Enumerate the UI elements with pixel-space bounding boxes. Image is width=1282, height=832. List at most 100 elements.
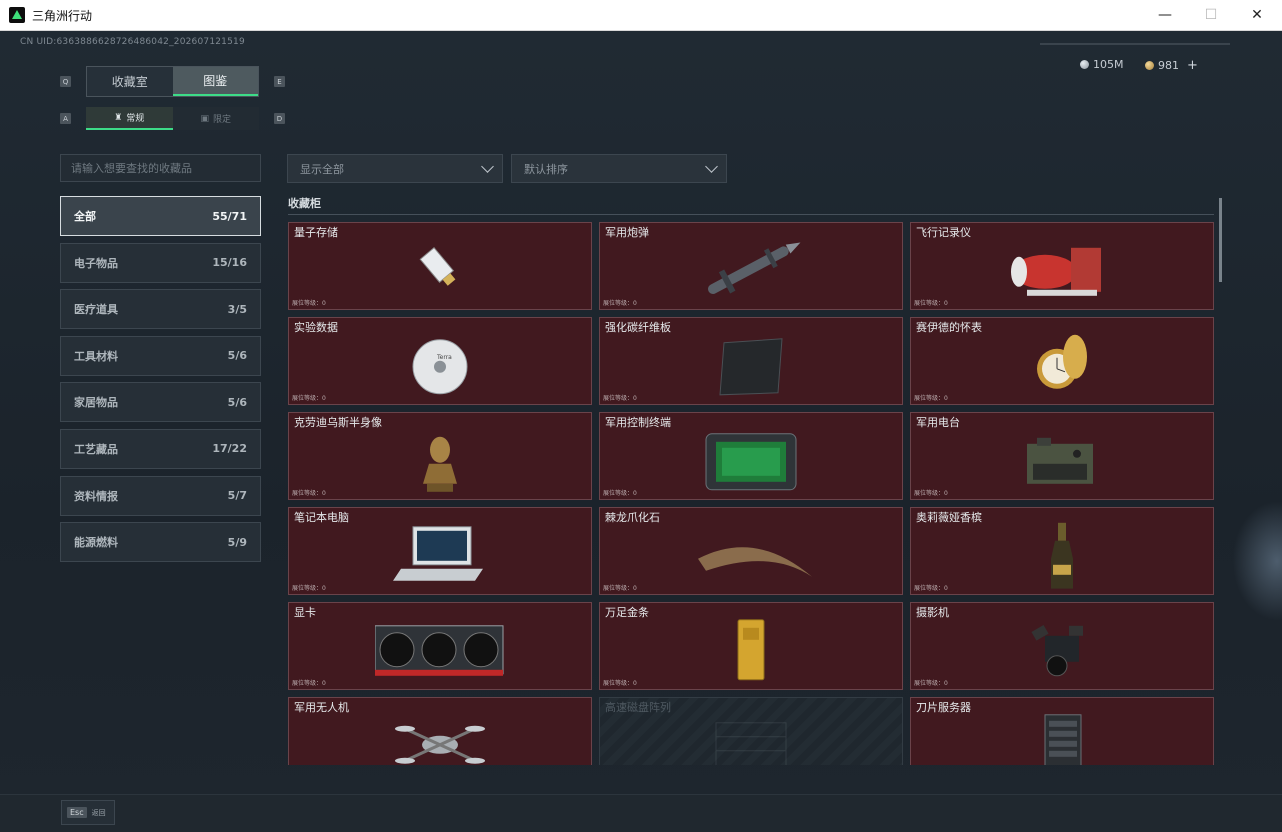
category-count: 15/16: [212, 256, 247, 270]
collection-item-card[interactable]: 军用炮弹展位等级：0: [599, 222, 903, 310]
category-tools[interactable]: 工具材料 5/6: [60, 335, 261, 376]
collection-item-card[interactable]: 万足金条 展位等级：0: [599, 602, 903, 690]
close-button[interactable]: ✕: [1234, 0, 1280, 30]
category-count: 55/71: [212, 209, 247, 223]
collection-item-card[interactable]: 棘龙爪化石 展位等级：0: [599, 507, 903, 595]
main-tabs: 收藏室 图鉴: [86, 66, 259, 97]
gpu-icon: [375, 625, 504, 676]
category-crafts[interactable]: 工艺藏品 17/22: [60, 428, 261, 469]
frame-icon: ▣: [200, 113, 209, 124]
item-name: 赛伊德的怀表: [916, 321, 982, 334]
category-label: 工具材料: [74, 349, 118, 363]
champagne-icon: [1051, 522, 1073, 589]
key-hint-q: Q: [60, 76, 71, 87]
collection-item-card[interactable]: 高速磁盘阵列: [599, 697, 903, 765]
key-hint-d: D: [274, 113, 285, 124]
gold-currency: 981 +: [1145, 58, 1198, 73]
collection-item-card[interactable]: 显卡展位等级：0: [288, 602, 592, 690]
item-level: 展位等级：0: [914, 395, 948, 402]
background-lightning-glow: [1232, 501, 1282, 621]
category-intel[interactable]: 资料情报 5/7: [60, 475, 261, 516]
subtab-limited[interactable]: ▣ 限定: [172, 107, 259, 130]
tab-catalog[interactable]: 图鉴: [172, 67, 258, 96]
item-name: 摄影机: [916, 606, 949, 619]
category-all[interactable]: 全部 55/71: [60, 196, 261, 236]
item-name: 笔记本电脑: [294, 511, 349, 524]
usb-drive-icon: [419, 246, 456, 286]
category-label: 医疗道具: [74, 303, 118, 317]
collection-item-card[interactable]: 克劳迪乌斯半身像展位等级：0: [288, 412, 592, 500]
collection-item-card[interactable]: 军用无人机展位等级：0: [288, 697, 592, 765]
item-level: 展位等级：0: [292, 490, 326, 497]
add-currency-button[interactable]: +: [1187, 58, 1198, 73]
item-level: 展位等级：0: [292, 680, 326, 687]
item-name: 军用炮弹: [605, 226, 649, 239]
minimize-button[interactable]: —: [1142, 0, 1188, 30]
pocket-watch-icon: [1037, 334, 1087, 389]
collection-grid: 量子存储 展位等级：0 军用炮弹 展位等级：0 飞行记录仪 展位等级：0 实验数据 Terra…: [288, 222, 1214, 765]
category-label: 资料情报: [74, 489, 118, 503]
search-input[interactable]: 请输入想要查找的收藏品: [60, 154, 261, 182]
collection-item-card[interactable]: 摄影机展位等级：0: [910, 602, 1214, 690]
category-count: 17/22: [212, 442, 247, 456]
category-count: 5/9: [227, 535, 247, 549]
collection-item-card[interactable]: 强化碳纤维板 展位等级：0: [599, 317, 903, 405]
collection-item-card[interactable]: 奥莉薇娅香槟 展位等级：0: [910, 507, 1214, 595]
disk-array-icon: [715, 722, 787, 765]
maximize-button[interactable]: ☐: [1188, 0, 1234, 30]
item-name: 克劳迪乌斯半身像: [294, 416, 382, 429]
item-name: 奥莉薇娅香槟: [916, 511, 982, 524]
gold-amount: 981: [1158, 59, 1179, 72]
item-name: 军用无人机: [294, 701, 349, 714]
sort-dropdown[interactable]: 默认排序: [511, 154, 727, 183]
gold-bar-icon: [737, 619, 765, 681]
category-energy[interactable]: 能源燃料 5/9: [60, 522, 261, 563]
tab-collection-room[interactable]: 收藏室: [87, 67, 173, 96]
collection-item-card[interactable]: 飞行记录仪 展位等级：0: [910, 222, 1214, 310]
item-level: 展位等级：0: [292, 585, 326, 592]
carbon-plate-icon: [719, 338, 783, 396]
back-button[interactable]: Esc 返回: [61, 800, 115, 825]
collection-item-card[interactable]: 赛伊德的怀表展位等级：0: [910, 317, 1214, 405]
radio-icon: [1027, 437, 1093, 484]
filter-dropdown[interactable]: 显示全部: [287, 154, 503, 183]
item-name: 显卡: [294, 606, 316, 619]
header-divider: [1040, 43, 1230, 45]
collection-item-card[interactable]: 军用电台展位等级：0: [910, 412, 1214, 500]
collection-item-card[interactable]: 军用控制终端 展位等级：0: [599, 412, 903, 500]
chevron-down-icon: [705, 160, 718, 173]
svg-text:Terra: Terra: [436, 354, 452, 361]
subtab-regular-label: 常规: [126, 114, 145, 124]
chevron-down-icon: [481, 160, 494, 173]
category-electronics[interactable]: 电子物品 15/16: [60, 242, 261, 283]
category-label: 电子物品: [74, 256, 118, 270]
category-household[interactable]: 家居物品 5/6: [60, 382, 261, 423]
grid-scrollbar[interactable]: [1219, 198, 1222, 282]
collection-item-card[interactable]: 实验数据 Terra 展位等级：0: [288, 317, 592, 405]
bottom-bar: [0, 794, 1282, 832]
category-medical[interactable]: 医疗道具 3/5: [60, 289, 261, 330]
item-name: 飞行记录仪: [916, 226, 971, 239]
back-label: 返回: [91, 808, 106, 817]
item-name: 实验数据: [294, 321, 338, 334]
silver-amount: 105M: [1093, 58, 1124, 71]
game-viewport: CN UID:6363886628726486042_202607121519 …: [0, 31, 1282, 832]
window-titlebar: 三角洲行动 — ☐ ✕: [0, 0, 1282, 31]
collection-item-card[interactable]: 量子存储 展位等级：0: [288, 222, 592, 310]
item-name: 军用电台: [916, 416, 960, 429]
item-level: 展位等级：0: [603, 300, 637, 307]
section-divider: [288, 214, 1214, 215]
collection-item-card[interactable]: 笔记本电脑展位等级：0: [288, 507, 592, 595]
category-count: 5/7: [227, 489, 247, 503]
bust-icon: [423, 436, 457, 492]
camera-icon: [1031, 624, 1083, 677]
claw-fossil-icon: [698, 547, 812, 577]
subtab-regular[interactable]: ♜ 常规: [86, 107, 173, 130]
app-logo-icon: [9, 7, 25, 23]
item-name: 军用控制终端: [605, 416, 671, 429]
item-level: 展位等级：0: [914, 490, 948, 497]
item-level: 展位等级：0: [914, 680, 948, 687]
collection-item-card[interactable]: 刀片服务器展位等级：0: [910, 697, 1214, 765]
esc-key-hint: Esc: [67, 807, 87, 818]
laptop-icon: [393, 526, 483, 581]
